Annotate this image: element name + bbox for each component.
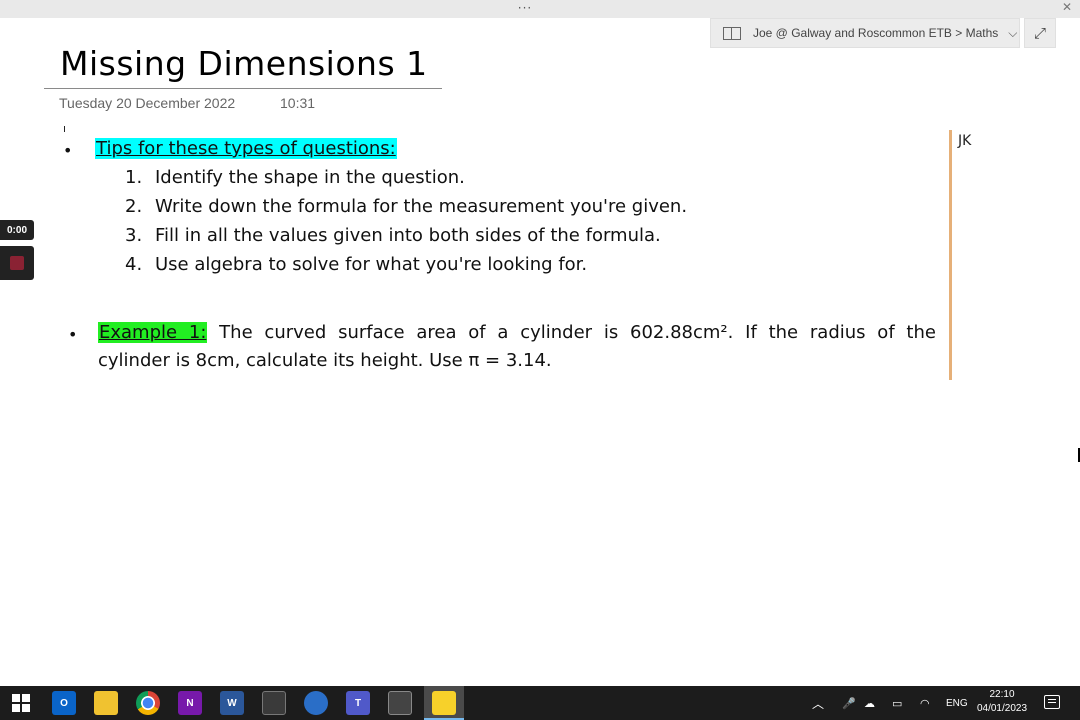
stop-recording-button[interactable] — [0, 246, 34, 280]
notification-center-icon[interactable] — [1044, 695, 1060, 709]
list-item: 4. Use algebra to solve for what you're l… — [125, 254, 587, 275]
battery-icon[interactable]: ▭ — [892, 686, 902, 720]
bullet-icon: • — [68, 325, 78, 344]
clock-date: 04/01/2023 — [976, 703, 1028, 714]
step-text: Write down the formula for the measureme… — [155, 196, 688, 217]
bullet-icon: • — [63, 141, 73, 160]
notebook-navigation-button[interactable]: Joe @ Galway and Roscommon ETB > Maths ⌵ — [710, 18, 1020, 48]
step-number: 1. — [125, 167, 143, 188]
clock-time: 22:10 — [989, 689, 1015, 700]
expand-icon[interactable]: ⤢ — [1024, 18, 1056, 48]
stop-icon — [10, 256, 24, 270]
example-label: Example 1: — [98, 322, 208, 343]
step-text: Identify the shape in the question. — [155, 167, 465, 188]
word-icon[interactable]: W — [220, 691, 244, 715]
chevron-down-icon: ⌵ — [1008, 25, 1018, 40]
window-top-strip: ··· ✕ — [0, 0, 1080, 18]
page-date: Tuesday 20 December 2022 — [59, 95, 236, 111]
onenote-icon[interactable]: N — [178, 691, 202, 715]
tips-heading: Tips for these types of questions: — [95, 138, 397, 159]
taskbar: O N W T ︿ 🎤 ☁ ▭ ◠ ENG 22:10 04/01/2023 — [0, 686, 1080, 720]
list-item: 2. Write down the formula for the measure… — [125, 196, 687, 217]
example-text-2: cylinder is 8cm, calculate its height. U… — [98, 350, 552, 371]
calculator-icon[interactable] — [262, 691, 286, 715]
onedrive-cloud-icon[interactable]: ☁ — [864, 686, 875, 720]
recording-timer: 0:00 — [0, 220, 34, 240]
title-underline — [44, 88, 442, 89]
microphone-icon[interactable]: 🎤 — [842, 686, 856, 720]
page-time: 10:31 — [280, 95, 316, 111]
step-text: Use algebra to solve for what you're loo… — [155, 254, 588, 275]
notebook-breadcrumb: Joe @ Galway and Roscommon ETB > Maths — [753, 26, 999, 40]
edge-icon[interactable] — [304, 691, 328, 715]
sticky-notes-active-tab[interactable] — [424, 686, 464, 720]
sticky-notes-icon — [432, 691, 456, 715]
outlook-icon[interactable]: O — [52, 691, 76, 715]
more-options-icon[interactable]: ··· — [510, 1, 540, 15]
author-bar — [949, 130, 952, 380]
file-explorer-icon[interactable] — [94, 691, 118, 715]
list-item: 3. Fill in all the values given into both… — [125, 225, 661, 246]
notebook-icon — [723, 26, 741, 40]
author-initials: JK — [958, 133, 972, 149]
close-icon[interactable]: ✕ — [1062, 0, 1072, 14]
example-line-1: Example 1: The curved surface area of a … — [98, 322, 936, 343]
example-text-1: The curved surface area of a cylinder is… — [219, 322, 936, 343]
step-number: 3. — [125, 225, 143, 246]
list-item: 1. Identify the shape in the question. — [125, 167, 465, 188]
language-indicator[interactable]: ENG — [946, 686, 968, 720]
wifi-icon[interactable]: ◠ — [920, 686, 930, 720]
show-hidden-icons-icon[interactable]: ︿ — [812, 686, 824, 720]
step-number: 2. — [125, 196, 143, 217]
step-text: Fill in all the values given into both s… — [155, 225, 661, 246]
windows-start-icon[interactable] — [9, 691, 33, 715]
teams-icon[interactable]: T — [346, 691, 370, 715]
page-title[interactable]: Missing Dimensions 1 — [60, 44, 428, 83]
step-number: 4. — [125, 254, 143, 275]
phone-link-icon[interactable] — [388, 691, 412, 715]
system-clock[interactable]: 22:10 04/01/2023 — [970, 688, 1034, 716]
chrome-icon[interactable] — [136, 691, 160, 715]
ink-mark — [64, 126, 65, 132]
